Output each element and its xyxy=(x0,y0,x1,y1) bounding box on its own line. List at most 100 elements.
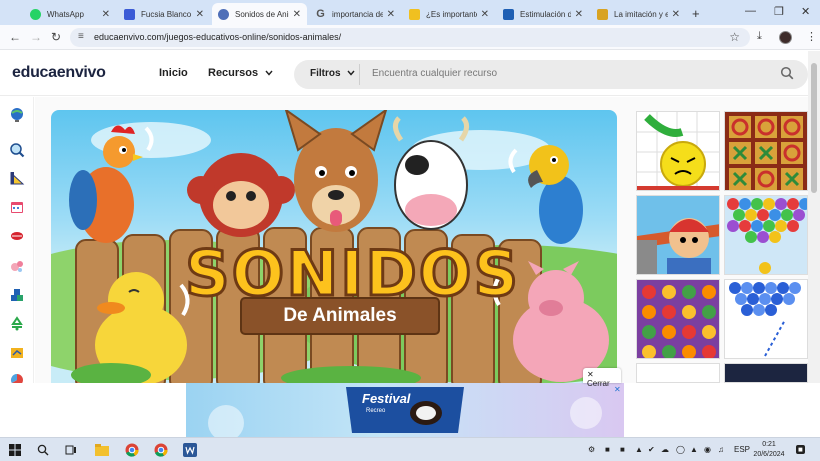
scrollbar-thumb[interactable] xyxy=(811,63,817,193)
chevron-down-icon xyxy=(347,70,355,76)
tab-importancia[interactable]: G importancia de ✕ xyxy=(309,3,401,25)
tray-icon[interactable]: ▲ xyxy=(690,445,698,454)
tray-icon[interactable]: ■ xyxy=(605,445,610,454)
address-bar[interactable]: ≡ educaenvivo.com/juegos-educativos-onli… xyxy=(70,28,750,47)
search-input[interactable]: Encuentra cualquier recurso xyxy=(372,68,497,79)
magnifier-icon[interactable] xyxy=(9,142,25,158)
notebook-icon[interactable] xyxy=(9,345,25,361)
blocks-icon[interactable] xyxy=(9,287,25,303)
bubble-shooter-thumbnail xyxy=(727,198,807,274)
tray-icon[interactable]: ⚙ xyxy=(588,445,595,454)
close-tab-icon[interactable]: ✕ xyxy=(102,9,110,20)
site-info-icon[interactable]: ≡ xyxy=(78,31,84,42)
back-arrow-icon[interactable]: ← xyxy=(9,30,21,44)
adchoices-icon[interactable]: ✕ xyxy=(614,385,621,394)
taskbar-search-icon[interactable] xyxy=(34,441,52,459)
task-view-icon[interactable] xyxy=(62,441,80,459)
tab-title: importancia de xyxy=(332,9,383,19)
nav-recursos-label: Recursos xyxy=(208,67,259,79)
close-tab-icon[interactable]: ✕ xyxy=(672,9,680,20)
site-logo[interactable]: educaenvivo xyxy=(12,64,106,82)
language-indicator[interactable]: ESP xyxy=(734,445,750,454)
thumb-fruit-match-game[interactable] xyxy=(636,279,720,359)
thumb-tic-tac-toe-game[interactable] xyxy=(724,111,808,191)
system-clock[interactable]: 0:21 20/6/2024 xyxy=(752,440,786,460)
thumb-bubble-shooter-game[interactable] xyxy=(724,195,808,275)
thumb-dark-game[interactable] xyxy=(724,363,808,383)
browser-toolbar: ← → ↻ ≡ educaenvivo.com/juegos-educativo… xyxy=(0,25,820,50)
forward-arrow-icon[interactable]: → xyxy=(30,30,42,44)
download-icon[interactable]: ⤓ xyxy=(757,30,762,43)
tray-icon[interactable]: ✔ xyxy=(648,445,655,454)
tab-sonidos[interactable]: Sonidos de Anim ✕ xyxy=(212,3,307,25)
ad-close-button[interactable]: ✕ Cerrar xyxy=(583,368,621,388)
volume-icon[interactable]: ♫ xyxy=(718,445,724,454)
tab-title: La imitación y el xyxy=(614,9,668,19)
globe-icon[interactable] xyxy=(9,106,25,122)
lips-icon[interactable] xyxy=(9,228,25,244)
site-icon xyxy=(409,8,420,20)
filters-dropdown[interactable]: Filtros xyxy=(310,68,355,79)
calendar-icon[interactable] xyxy=(9,199,25,215)
clock-date: 20/6/2024 xyxy=(753,451,785,458)
recycle-icon[interactable] xyxy=(9,316,25,332)
thumb-runner-game[interactable] xyxy=(636,195,720,275)
educaenvivo-icon xyxy=(218,8,229,20)
ad-close-label: Cerrar xyxy=(587,379,610,388)
search-icon[interactable] xyxy=(780,66,794,80)
hero-banner[interactable]: SONIDOS De Animales xyxy=(51,110,617,383)
close-tab-icon[interactable]: ✕ xyxy=(481,9,489,20)
tab-title: WhatsApp xyxy=(47,9,84,19)
new-tab-button[interactable]: + xyxy=(692,6,700,21)
nav-recursos-dropdown[interactable]: Recursos xyxy=(208,67,273,79)
windows-taskbar: ⚙ ■ ■ ▲ ✔ ☁ ◯ ▲ ◉ ♫ ESP 0:21 20/6/2024 ■ xyxy=(0,437,820,461)
tab-whatsapp[interactable]: WhatsApp ✕ xyxy=(24,3,116,25)
bookmark-star-icon[interactable]: ☆ xyxy=(729,30,740,44)
site-header: educaenvivo Inicio Recursos Filtros Encu… xyxy=(0,51,808,96)
profile-avatar[interactable] xyxy=(779,31,792,44)
nav-inicio-link[interactable]: Inicio xyxy=(159,67,188,79)
windows-start-icon[interactable] xyxy=(6,441,24,459)
notification-icon[interactable]: ■ xyxy=(796,445,805,454)
hero-subtitle-plank: De Animales xyxy=(240,297,440,335)
close-tab-icon[interactable]: ✕ xyxy=(293,9,301,20)
angry-ball-thumbnail xyxy=(637,112,719,190)
festival-ad-banner[interactable]: Festival Recreo xyxy=(186,383,624,437)
bubbles-icon[interactable] xyxy=(9,258,25,274)
close-tab-icon[interactable]: ✕ xyxy=(196,9,204,20)
bubble-pop-thumbnail xyxy=(729,282,801,357)
thumb-bubble-pop-game[interactable] xyxy=(724,279,808,359)
tab-title: Sonidos de Anim xyxy=(235,9,289,19)
tab-title: ¿Es importante xyxy=(426,9,477,19)
tray-icon[interactable]: ■ xyxy=(620,445,625,454)
reload-icon[interactable]: ↻ xyxy=(51,30,61,44)
close-window-button[interactable]: ✕ xyxy=(801,5,810,18)
word-icon[interactable] xyxy=(181,441,199,459)
tab-imitacion[interactable]: La imitación y el ✕ xyxy=(591,3,686,25)
thumb-angry-ball-game[interactable] xyxy=(636,111,720,191)
chevron-down-icon xyxy=(265,70,273,76)
tab-es-importante[interactable]: ¿Es importante ✕ xyxy=(403,3,495,25)
thumb-coloring-game[interactable] xyxy=(636,363,720,383)
tic-tac-toe-thumbnail xyxy=(729,116,803,190)
fruit-match-thumbnail xyxy=(642,285,716,358)
tray-icon[interactable]: ◯ xyxy=(676,445,685,454)
file-explorer-icon[interactable] xyxy=(93,441,111,459)
tray-icon[interactable]: ▲ xyxy=(635,445,643,454)
menu-kebab-icon[interactable]: ⋮ xyxy=(806,30,817,43)
onedrive-icon[interactable]: ☁ xyxy=(661,445,669,454)
chrome-profile-icon[interactable] xyxy=(152,441,170,459)
close-tab-icon[interactable]: ✕ xyxy=(575,9,583,20)
ruler-icon[interactable] xyxy=(9,170,25,186)
wifi-icon[interactable]: ◉ xyxy=(704,445,711,454)
tab-estimulacion[interactable]: Estimulación de ✕ xyxy=(497,3,589,25)
ad-brand-sub: Recreo xyxy=(366,408,386,414)
browser-tab-strip: WhatsApp ✕ Fucsia Blanco M ✕ Sonidos de … xyxy=(0,0,820,25)
close-tab-icon[interactable]: ✕ xyxy=(387,9,395,20)
chrome-icon[interactable] xyxy=(123,441,141,459)
maximize-button[interactable]: ❐ xyxy=(774,5,784,18)
page-scrollbar[interactable] xyxy=(808,51,820,437)
minimize-button[interactable]: — xyxy=(745,5,756,17)
site-icon xyxy=(503,8,514,20)
tab-fucsia[interactable]: Fucsia Blanco M ✕ xyxy=(118,3,210,25)
